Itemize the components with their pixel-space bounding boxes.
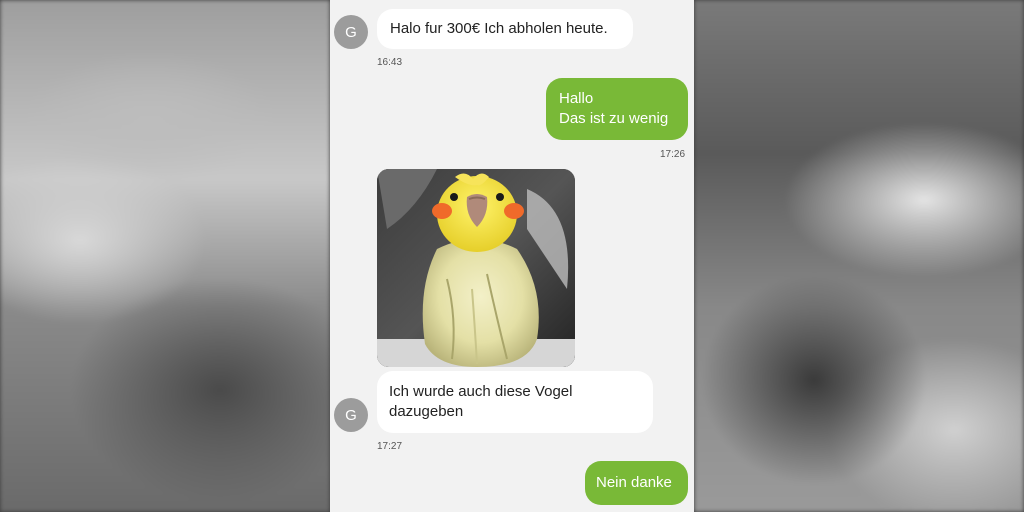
cockatiel-image	[377, 169, 575, 367]
message-line: Ich wurde auch diese Vogel	[389, 383, 573, 400]
message-line: dazugeben	[389, 403, 464, 420]
bird-photo[interactable]	[377, 169, 575, 367]
outgoing-message[interactable]: Nein danke	[585, 461, 688, 505]
background-right	[694, 0, 1024, 512]
avatar[interactable]: G	[334, 398, 368, 432]
outgoing-message[interactable]: Hallo Das ist zu wenig	[546, 78, 688, 140]
incoming-message[interactable]: Ich wurde auch diese Vogel dazugeben	[377, 371, 653, 433]
message-timestamp: 17:27	[377, 441, 403, 452]
message-line: Das ist zu wenig	[559, 110, 669, 127]
message-timestamp: 16:43	[377, 57, 403, 68]
message-timestamp: 17:26	[660, 149, 686, 160]
chat-panel[interactable]: G Halo fur 300€ Ich abholen heute. 16:43…	[330, 0, 694, 512]
avatar[interactable]: G	[334, 15, 368, 49]
background-left	[0, 0, 330, 512]
incoming-message[interactable]: Halo fur 300€ Ich abholen heute.	[377, 9, 633, 49]
message-line: Hallo	[559, 90, 594, 107]
